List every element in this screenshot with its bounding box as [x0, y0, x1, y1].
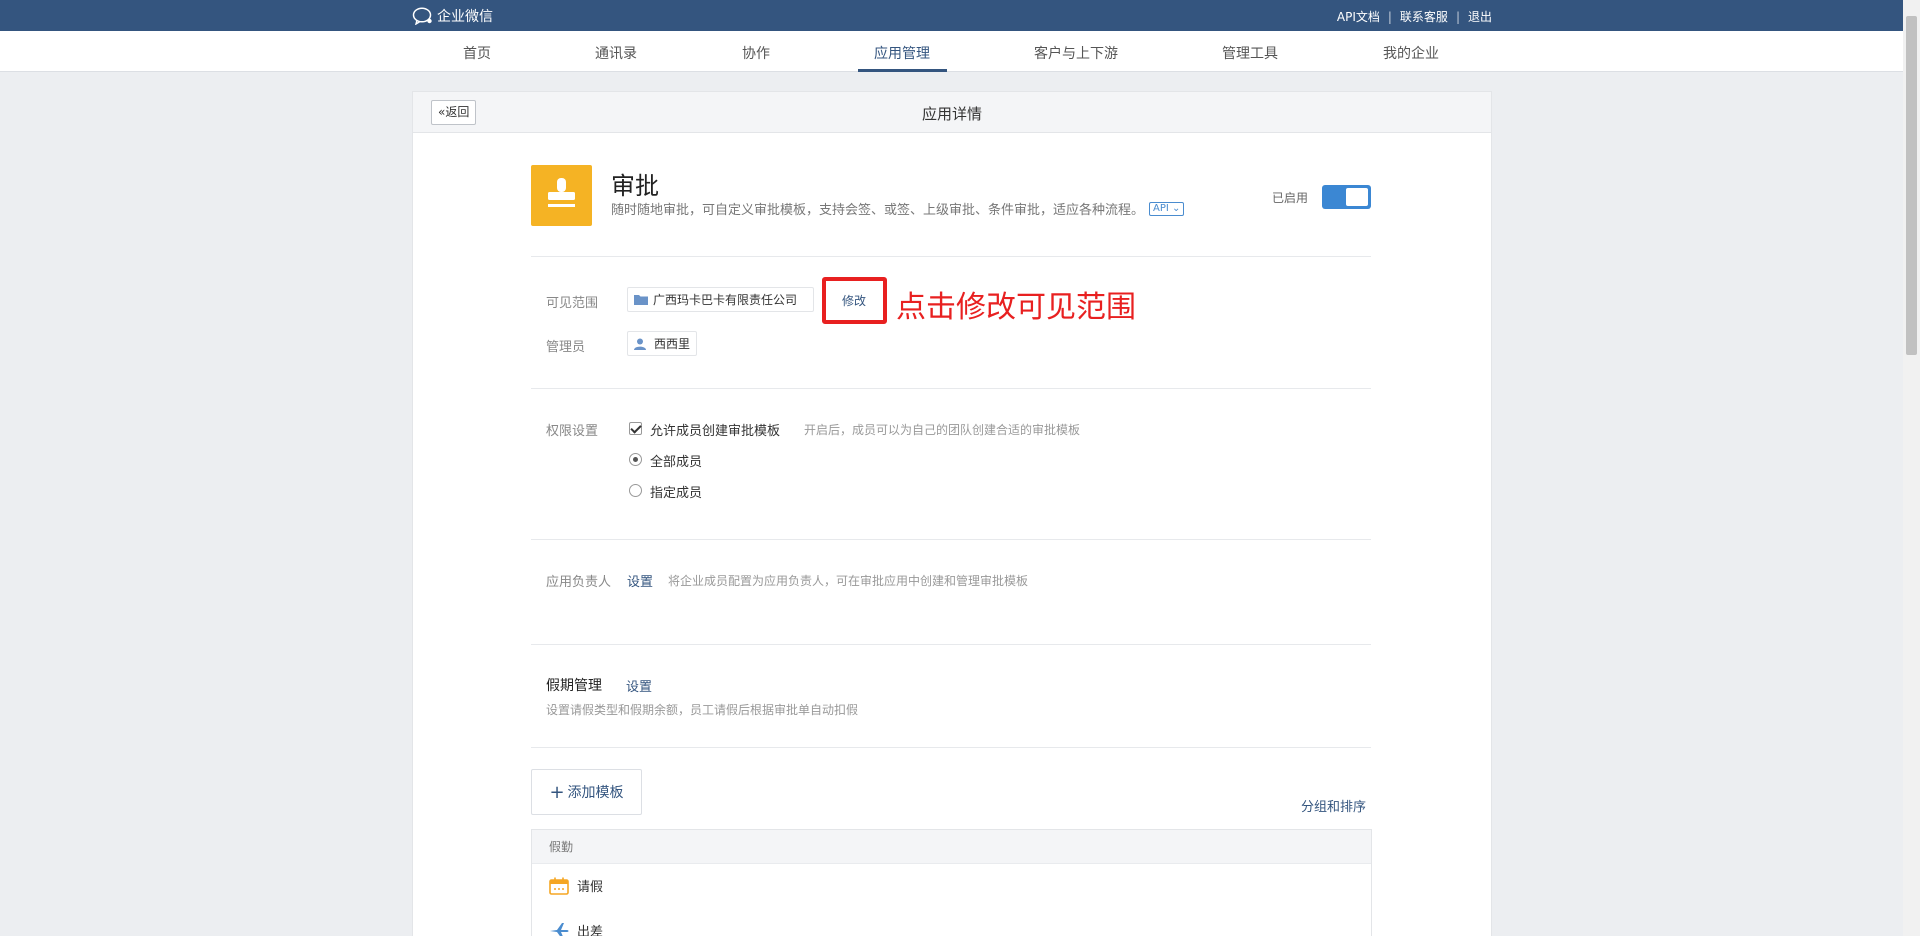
- api-docs-link[interactable]: API文档: [1337, 8, 1380, 25]
- nav-management-tools[interactable]: 管理工具: [1222, 43, 1278, 63]
- visibility-scope-chip: 广西玛卡巴卡有限责任公司: [627, 287, 814, 312]
- app-description-text: 随时随地审批，可自定义审批模板，支持会签、或签、上级审批、条件审批，适应各种流程…: [611, 203, 1145, 218]
- toggle-knob: [1346, 188, 1368, 206]
- allow-create-template-label: 允许成员创建审批模板: [650, 424, 781, 439]
- logout-link[interactable]: 退出: [1468, 8, 1492, 25]
- permissions-label: 权限设置: [546, 424, 599, 439]
- scrollbar-thumb[interactable]: [1906, 16, 1917, 355]
- logo-text: 企业微信: [437, 9, 493, 25]
- app-enable-toggle[interactable]: [1322, 185, 1371, 209]
- app-description: 随时随地审批，可自定义审批模板，支持会签、或签、上级审批、条件审批，适应各种流程…: [611, 199, 1185, 218]
- page-title: 应用详情: [921, 105, 982, 123]
- panel-header: «返回 应用详情: [413, 92, 1491, 133]
- admin-chip[interactable]: 西西里: [627, 331, 698, 356]
- contact-support-link[interactable]: 联系客服: [1400, 8, 1448, 25]
- app-owner-label: 应用负责人: [546, 575, 612, 590]
- all-members-radio[interactable]: [629, 453, 642, 466]
- allow-create-template-checkbox[interactable]: [629, 422, 642, 435]
- group-and-sort-link[interactable]: 分组和排序: [1301, 796, 1366, 815]
- template-item-label: 请假: [577, 880, 604, 895]
- chevron-down-icon: ⌄: [1172, 202, 1181, 214]
- nav-contacts[interactable]: 通讯录: [595, 43, 637, 63]
- allow-create-template-hint: 开启后，成员可以为自己的团队创建合适的审批模板: [804, 423, 1081, 437]
- main-nav: 首页 通讯录 协作 应用管理 客户与上下游 管理工具 我的企业: [0, 31, 1920, 72]
- holiday-set-link[interactable]: 设置: [626, 676, 652, 695]
- admin-label: 管理员: [546, 340, 586, 355]
- app-owner-set-link[interactable]: 设置: [627, 571, 653, 590]
- wecom-logo-icon: [412, 7, 432, 25]
- visibility-label: 可见范围: [546, 296, 599, 311]
- separator: |: [1455, 9, 1460, 24]
- logo[interactable]: 企业微信: [412, 6, 493, 26]
- template-group-header: 假勤: [532, 830, 1371, 864]
- specified-members-label: 指定成员: [650, 486, 703, 501]
- annotation-highlight-box: [822, 277, 887, 324]
- admin-name: 西西里: [654, 337, 691, 351]
- visibility-scope-text: 广西玛卡巴卡有限责任公司: [653, 293, 798, 307]
- app-name: 审批: [611, 172, 659, 200]
- plus-icon: +: [549, 781, 565, 803]
- top-links: API文档 | 联系客服 | 退出: [1337, 8, 1492, 25]
- divider: [531, 747, 1371, 748]
- user-icon: [634, 338, 646, 350]
- annotation-text: 点击修改可见范围: [896, 290, 1136, 325]
- approval-app-icon: [531, 165, 592, 226]
- nav-active-indicator: [858, 69, 947, 72]
- airplane-icon: [550, 922, 569, 936]
- template-item-business-trip[interactable]: 出差: [549, 921, 603, 936]
- page-scrollbar[interactable]: [1903, 0, 1920, 936]
- app-owner-hint: 将企业成员配置为应用负责人，可在审批应用中创建和管理审批模板: [668, 574, 1029, 588]
- divider: [531, 539, 1371, 540]
- app-status-label: 已启用: [1272, 191, 1309, 205]
- divider: [531, 256, 1371, 257]
- specified-members-radio[interactable]: [629, 484, 642, 497]
- nav-home[interactable]: 首页: [463, 43, 491, 63]
- folder-icon: [634, 295, 648, 305]
- divider: [531, 644, 1371, 645]
- calendar-icon: [549, 877, 569, 895]
- nav-my-enterprise[interactable]: 我的企业: [1383, 43, 1439, 63]
- api-badge[interactable]: API ⌄: [1149, 201, 1185, 216]
- holiday-hint: 设置请假类型和假期余额，员工请假后根据审批单自动扣假: [546, 703, 859, 717]
- add-template-button[interactable]: + 添加模板: [531, 769, 642, 815]
- divider: [531, 388, 1371, 389]
- nav-app-management[interactable]: 应用管理: [874, 43, 930, 63]
- template-item-leave[interactable]: 请假: [549, 876, 603, 895]
- api-badge-label: API: [1153, 202, 1169, 214]
- all-members-label: 全部成员: [650, 455, 703, 470]
- separator: |: [1387, 9, 1392, 24]
- holiday-management-title: 假期管理: [546, 678, 602, 694]
- template-list: 假勤 请假 出差: [531, 829, 1372, 936]
- top-bar: 企业微信 API文档 | 联系客服 | 退出: [0, 0, 1920, 31]
- nav-collaboration[interactable]: 协作: [742, 43, 770, 63]
- template-item-label: 出差: [577, 925, 604, 936]
- nav-customers[interactable]: 客户与上下游: [1034, 43, 1118, 63]
- add-template-label: 添加模板: [567, 785, 624, 801]
- stamp-icon: [548, 178, 575, 207]
